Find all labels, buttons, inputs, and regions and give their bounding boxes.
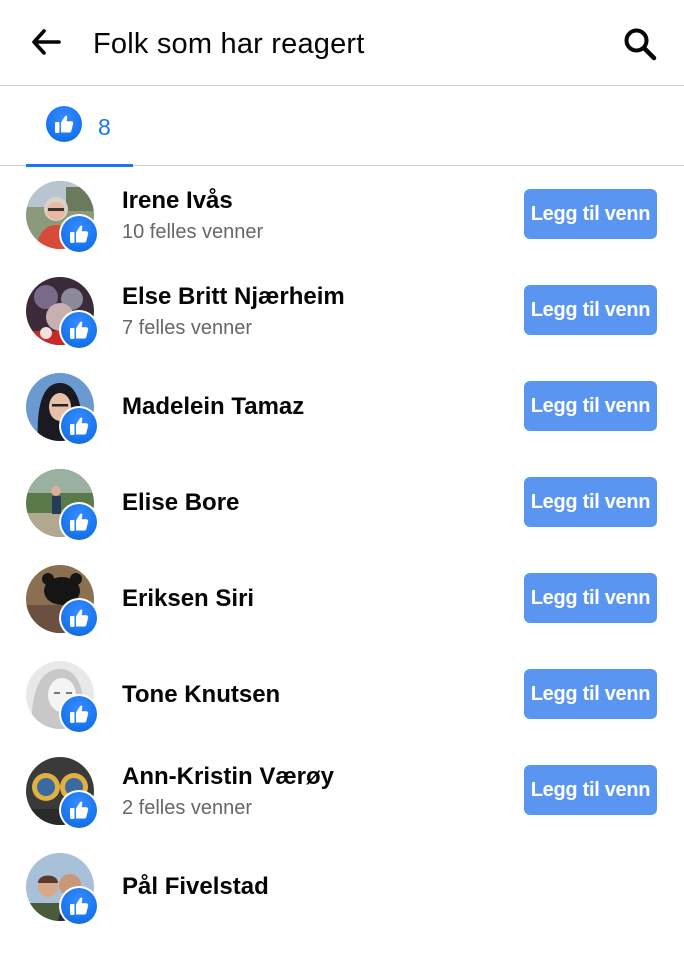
list-item: Ann-Kristin Værøy 2 felles venner Legg t… xyxy=(0,743,684,839)
like-icon xyxy=(61,408,97,444)
like-icon xyxy=(61,600,97,636)
list-item: Madelein Tamaz Legg til venn xyxy=(0,359,684,455)
add-friend-button[interactable]: Legg til venn xyxy=(524,765,657,815)
like-icon xyxy=(46,106,82,142)
search-icon xyxy=(624,28,657,61)
person-name[interactable]: Irene Ivås xyxy=(122,187,233,215)
like-icon xyxy=(61,888,97,924)
reaction-tabs: 8 xyxy=(0,86,684,167)
arrow-left-icon xyxy=(32,29,61,55)
add-friend-button[interactable]: Legg til venn xyxy=(524,669,657,719)
list-item: Tone Knutsen Legg til venn xyxy=(0,647,684,743)
person-name[interactable]: Eriksen Siri xyxy=(122,585,254,613)
tab-like[interactable]: 8 xyxy=(26,86,133,167)
mutual-friends: 10 felles venner xyxy=(122,221,264,243)
list-item: Irene Ivås 10 felles venner Legg til ven… xyxy=(0,167,684,263)
person-name[interactable]: Madelein Tamaz xyxy=(122,393,304,421)
page-title: Folk som har reagert xyxy=(93,28,365,60)
mutual-friends: 2 felles venner xyxy=(122,797,253,819)
add-friend-button[interactable]: Legg til venn xyxy=(524,285,657,335)
add-friend-button[interactable]: Legg til venn xyxy=(524,573,657,623)
add-friend-button[interactable]: Legg til venn xyxy=(524,189,657,239)
like-icon xyxy=(61,792,97,828)
add-friend-button[interactable]: Legg til venn xyxy=(524,477,657,527)
like-icon xyxy=(61,504,97,540)
like-icon xyxy=(61,216,97,252)
mutual-friends: 7 felles venner xyxy=(122,317,253,339)
list-item: Else Britt Njærheim 7 felles venner Legg… xyxy=(0,263,684,359)
person-name[interactable]: Else Britt Njærheim xyxy=(122,283,345,311)
tab-like-count: 8 xyxy=(98,114,111,140)
add-friend-button[interactable]: Legg til venn xyxy=(524,381,657,431)
reactor-list: Irene Ivås 10 felles venner Legg til ven… xyxy=(0,167,684,935)
person-name[interactable]: Ann-Kristin Værøy xyxy=(122,763,334,791)
list-item: Pål Fivelstad xyxy=(0,839,684,935)
top-bar: Folk som har reagert xyxy=(0,0,684,86)
person-name[interactable]: Pål Fivelstad xyxy=(122,873,269,901)
person-name[interactable]: Elise Bore xyxy=(122,489,239,517)
like-icon xyxy=(61,312,97,348)
search-button[interactable] xyxy=(618,22,662,66)
back-button[interactable] xyxy=(26,22,66,62)
person-name[interactable]: Tone Knutsen xyxy=(122,681,280,709)
list-item: Elise Bore Legg til venn xyxy=(0,455,684,551)
like-icon xyxy=(61,696,97,732)
list-item: Eriksen Siri Legg til venn xyxy=(0,551,684,647)
